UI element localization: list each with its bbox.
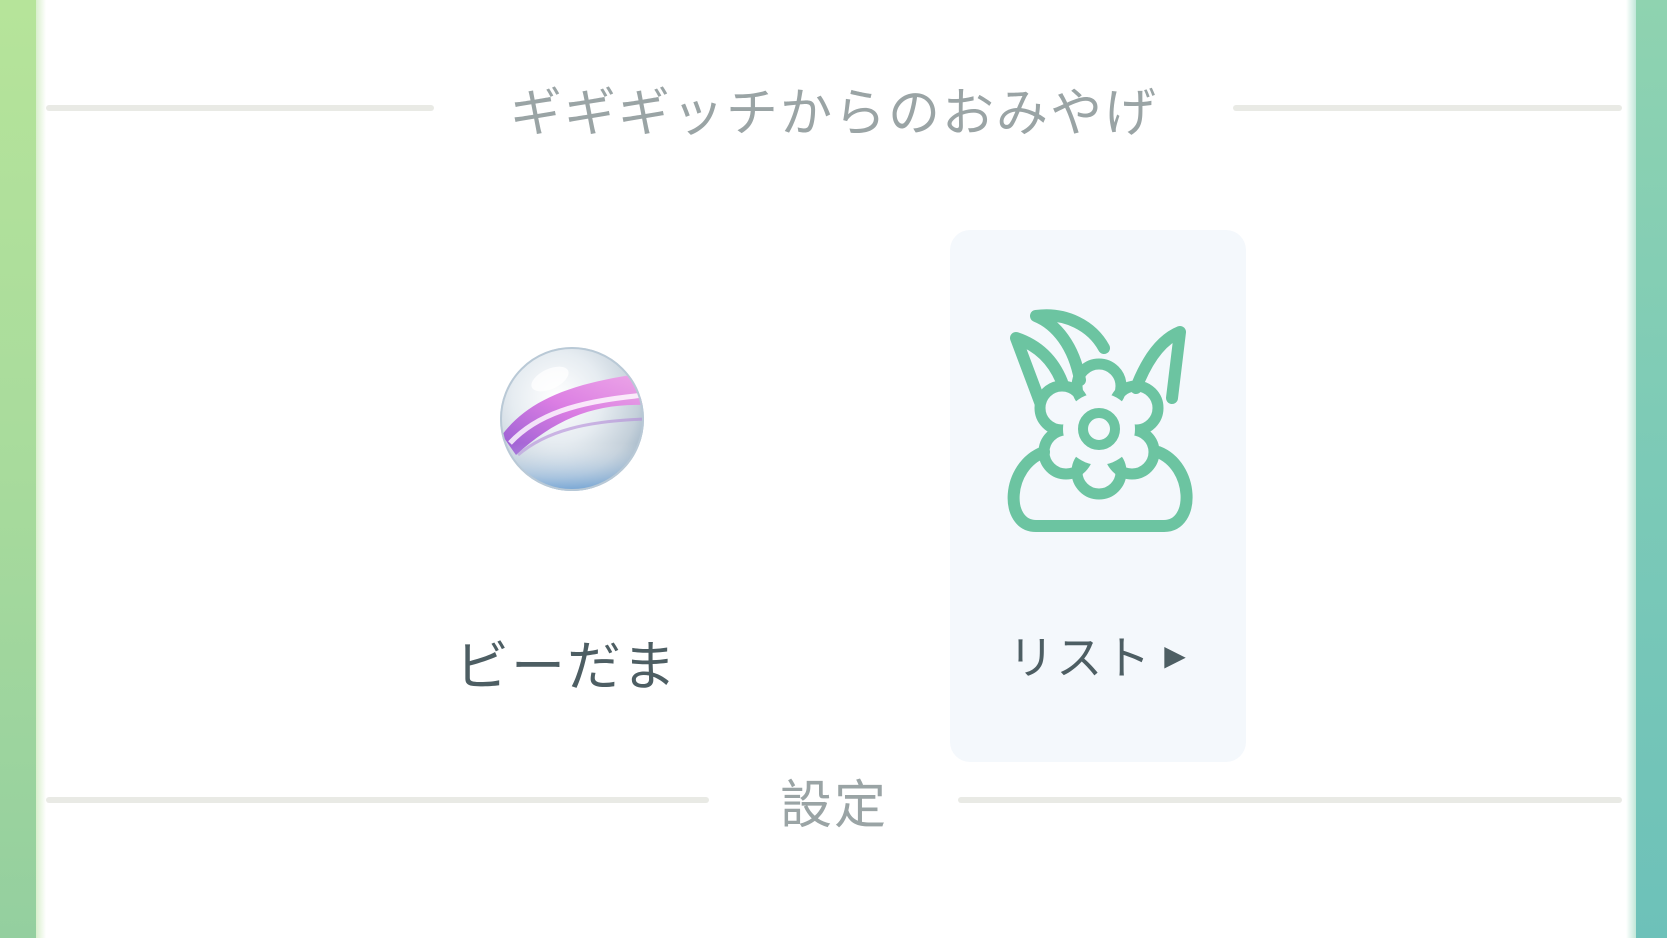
settings-section-header: 設定 [46, 760, 1622, 840]
flower-bag-icon [1007, 309, 1193, 532]
list-label: リスト [1008, 631, 1153, 685]
list-button[interactable]: リスト ▶ [950, 230, 1246, 762]
item-name: ビーだま [455, 635, 678, 698]
list-label-row: リスト ▶ [950, 620, 1246, 690]
gift-item: ビーだま [414, 230, 719, 762]
gift-section-header: ギギギッチからのおみやげ [46, 68, 1622, 148]
divider-line [958, 797, 1622, 803]
right-edge-gradient [1626, 0, 1667, 938]
marble-icon [500, 347, 644, 491]
arrow-right-icon: ▶ [1164, 638, 1188, 672]
divider-line [1233, 105, 1622, 111]
left-edge-gradient [0, 0, 46, 938]
